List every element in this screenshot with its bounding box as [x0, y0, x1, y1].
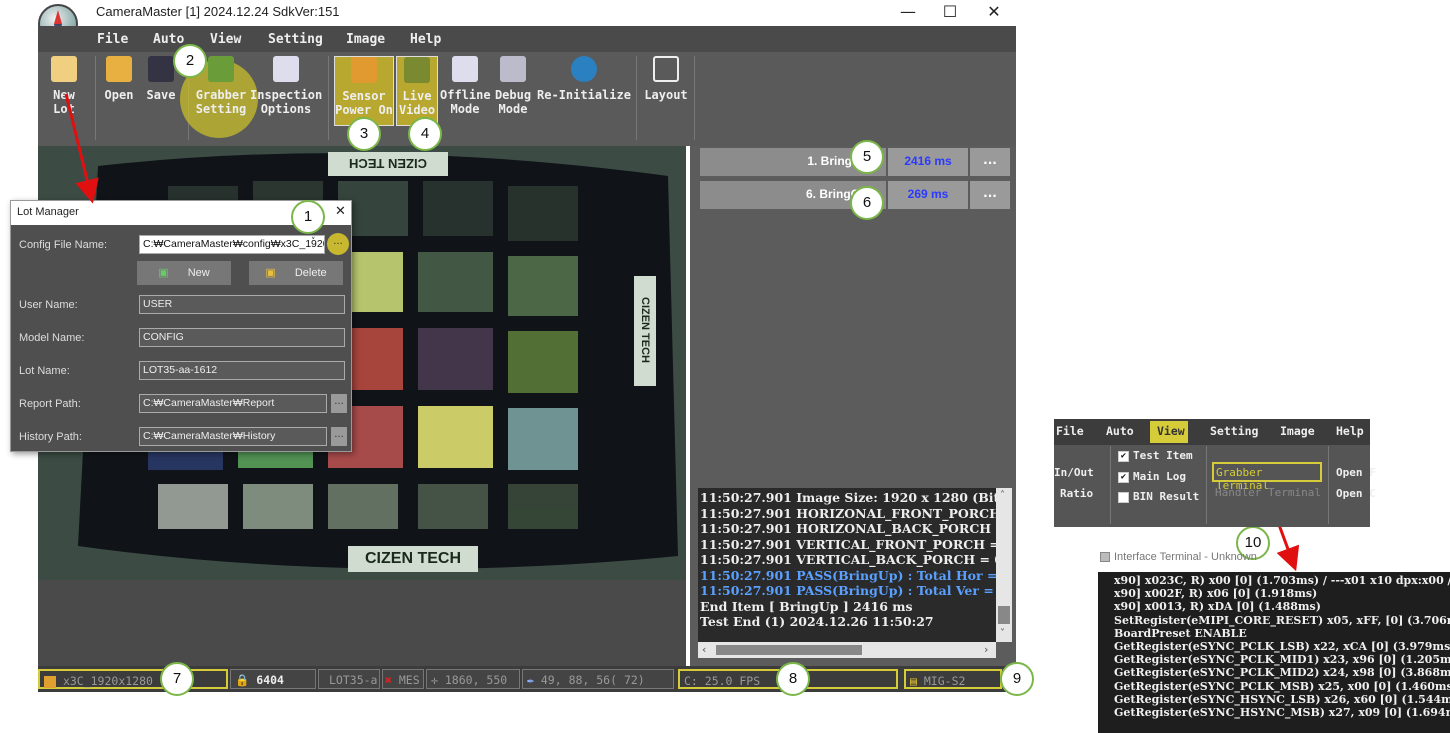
- inset-menu-view[interactable]: View: [1157, 424, 1185, 438]
- terminal-title: Interface Terminal - Unknown: [1114, 551, 1257, 563]
- terminal-line: GetRegister(eSYNC_PCLK_MSB) x25, x00 [0]…: [1114, 679, 1450, 693]
- inset-open-c[interactable]: Open C: [1336, 487, 1376, 500]
- terminal-window-icon: [1100, 552, 1110, 562]
- terminal-line: GetRegister(eSYNC_PCLK_MID2) x24, x98 [0…: [1114, 666, 1450, 680]
- inset-separator: [1328, 446, 1329, 524]
- callout-2: 2: [173, 44, 207, 78]
- terminal-line: x90] x0013, R) xDA [0] (1.488ms): [1114, 600, 1321, 614]
- bin-result-checkbox[interactable]: BIN Result: [1118, 490, 1199, 503]
- terminal-line: BoardPreset ENABLE: [1114, 626, 1247, 640]
- terminal-line: GetRegister(eSYNC_PCLK_MID1) x23, x96 [0…: [1114, 653, 1450, 667]
- callout-8: 8: [776, 662, 810, 696]
- inset-separator: [1110, 446, 1111, 524]
- interface-terminal[interactable]: x90] x023C, R) x00 [0] (1.703ms) / ---x0…: [1098, 572, 1450, 733]
- checkbox-checked-icon: ✔: [1118, 471, 1129, 483]
- callout-7: 7: [160, 662, 194, 696]
- callout-1: 1: [291, 200, 325, 234]
- inset-separator: [1206, 446, 1207, 524]
- grabber-terminal-button[interactable]: Grabber Terminal: [1212, 462, 1322, 492]
- inset-in-out[interactable]: In/Out: [1054, 466, 1094, 479]
- terminal-line: GetRegister(eSYNC_PCLK_LSB) x22, xCA [0]…: [1114, 640, 1450, 654]
- test-item-checkbox[interactable]: ✔ Test Item: [1118, 449, 1193, 462]
- inset-menu-help[interactable]: Help: [1336, 424, 1364, 438]
- inset-menu-file[interactable]: File: [1056, 424, 1084, 438]
- terminal-line: SetRegister(eMIPI_CORE_RESET) x05, xFF, …: [1114, 613, 1450, 627]
- checkbox-unchecked-icon: [1118, 491, 1129, 503]
- callout-5: 5: [850, 140, 884, 174]
- inset-menu-image[interactable]: Image: [1280, 424, 1315, 438]
- inset-ratio[interactable]: Ratio: [1060, 487, 1093, 500]
- inset-open-f[interactable]: Open F: [1336, 466, 1376, 479]
- inset-menu-setting[interactable]: Setting: [1210, 424, 1258, 438]
- terminal-line: x90] x023C, R) x00 [0] (1.703ms) / ---x0…: [1114, 574, 1450, 587]
- terminal-line: GetRegister(eSYNC_HSYNC_MSB) x27, x09 [0…: [1114, 706, 1450, 720]
- main-log-checkbox[interactable]: ✔ Main Log: [1118, 470, 1186, 483]
- terminal-line: GetRegister(eSYNC_HSYNC_LSB) x26, x60 [0…: [1114, 692, 1450, 706]
- callout-9: 9: [1000, 662, 1034, 696]
- terminal-line: x90] x002F, R) x06 [0] (1.918ms): [1114, 587, 1318, 601]
- callout-3: 3: [347, 117, 381, 151]
- checkbox-checked-icon: ✔: [1118, 450, 1129, 462]
- callout-4: 4: [408, 117, 442, 151]
- callout-6: 6: [850, 186, 884, 220]
- handler-terminal-button[interactable]: Handler Terminal: [1215, 486, 1321, 499]
- inset-menu-auto[interactable]: Auto: [1106, 424, 1134, 438]
